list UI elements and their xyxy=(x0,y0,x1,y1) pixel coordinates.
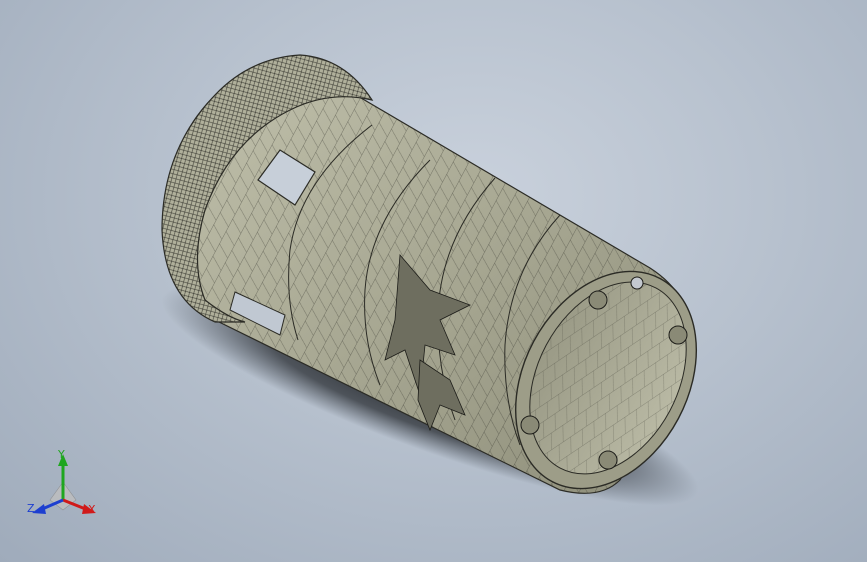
triad-y-label: Y xyxy=(58,448,65,461)
orientation-triad: Y Z X xyxy=(18,444,118,534)
3d-model[interactable] xyxy=(0,0,867,562)
triad-x-label: X xyxy=(88,503,96,516)
graphics-viewport[interactable]: Y Z X xyxy=(0,0,867,562)
triad-z-label: Z xyxy=(27,502,35,515)
triad-graphic xyxy=(32,454,96,514)
